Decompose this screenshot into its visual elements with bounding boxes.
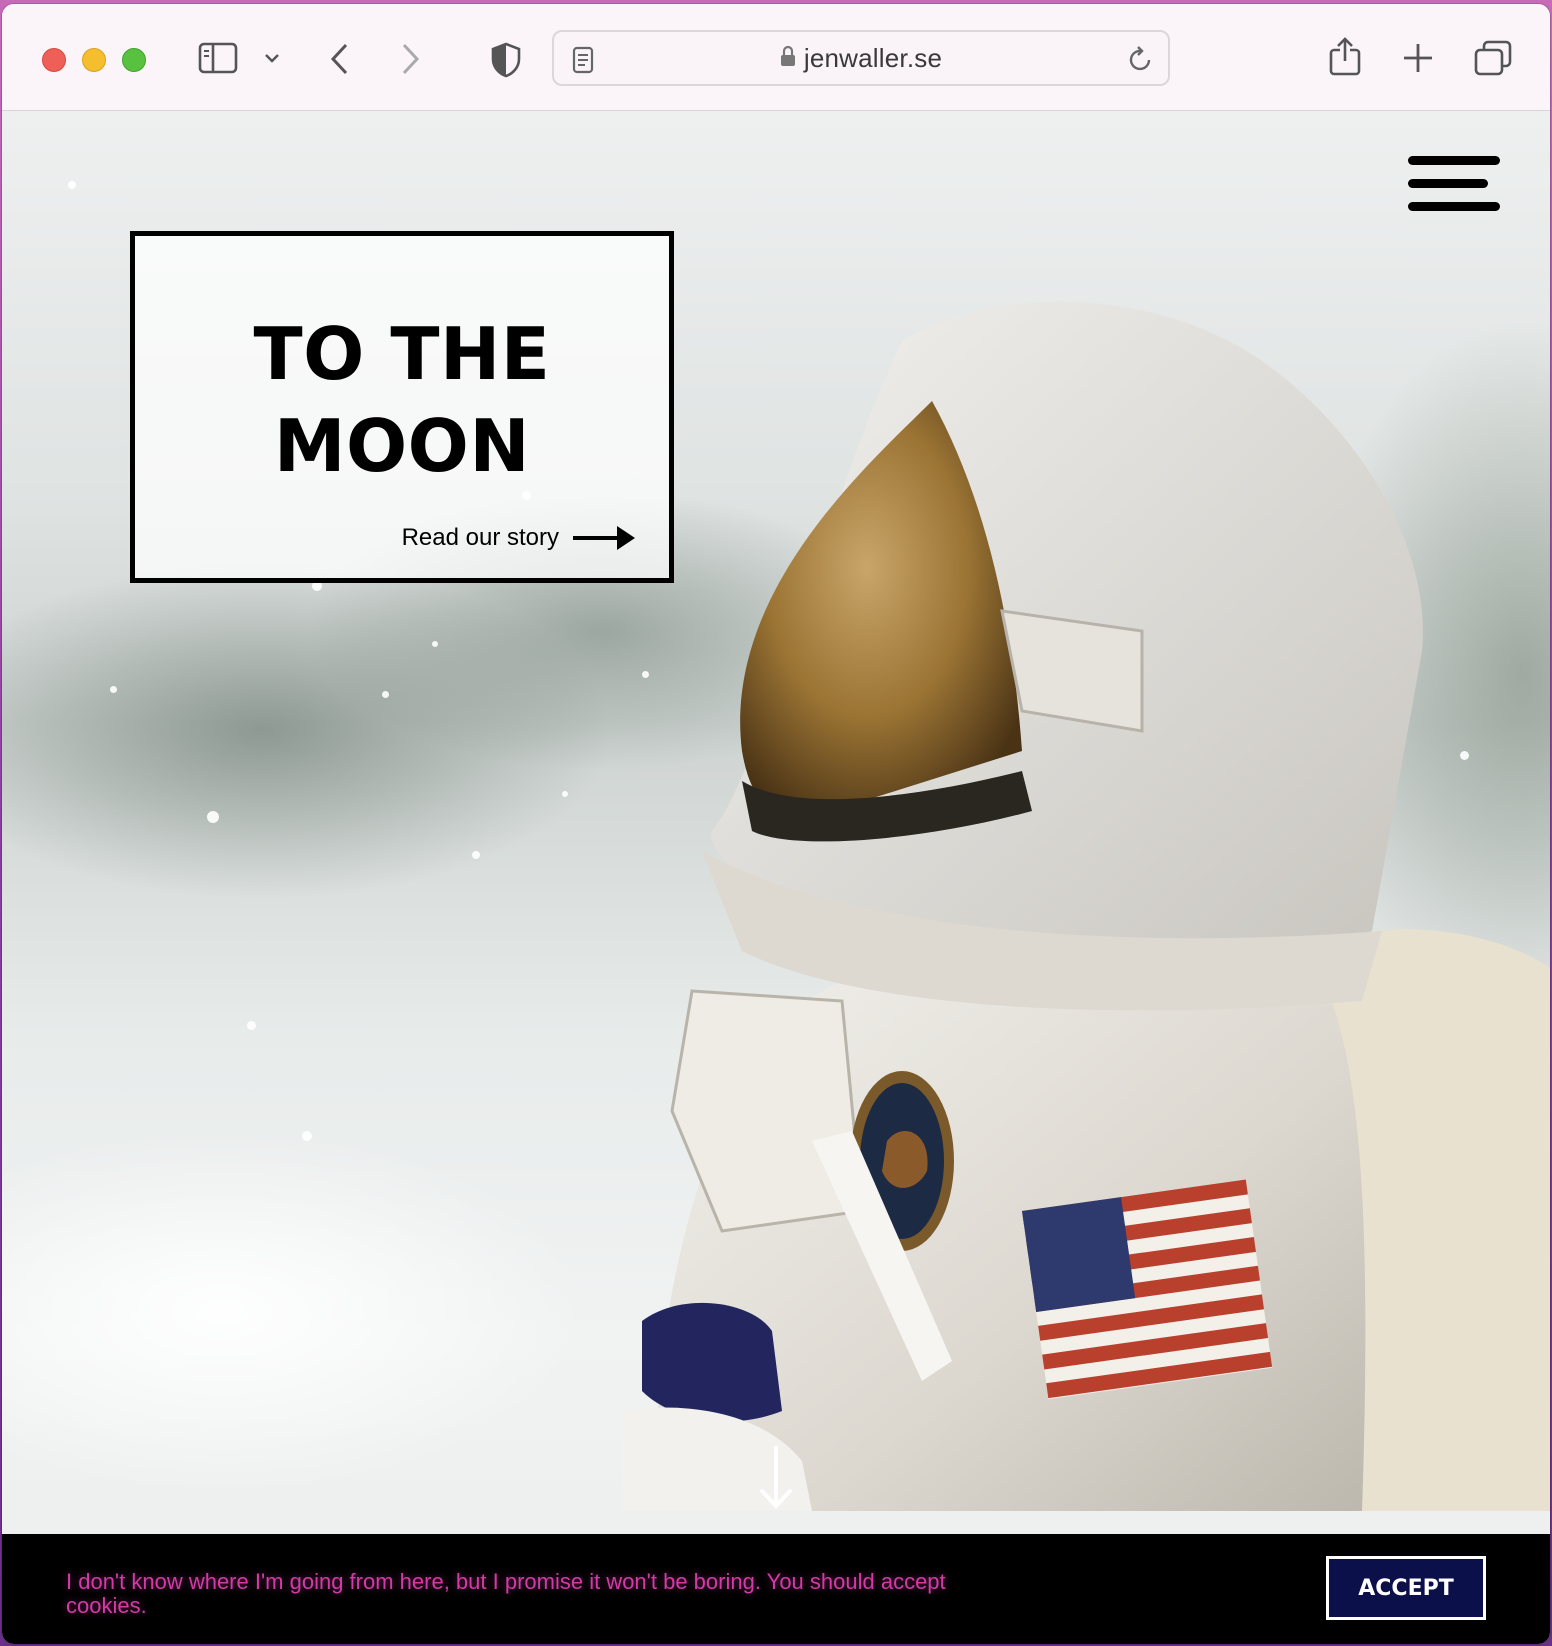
cookie-message: I don't know where I'm going from here, … bbox=[66, 1569, 946, 1618]
browser-toolbar: jenwaller.se bbox=[2, 4, 1550, 111]
chevron-right-icon[interactable] bbox=[398, 42, 422, 76]
arrow-right-icon bbox=[573, 526, 635, 550]
tab-overview-icon[interactable] bbox=[1474, 40, 1512, 76]
maximize-window-button[interactable] bbox=[122, 48, 146, 72]
hero-title-line1: TO THE bbox=[253, 312, 551, 396]
address-bar[interactable]: jenwaller.se bbox=[552, 30, 1170, 86]
hero-title-line2: MOON bbox=[273, 404, 531, 488]
read-story-label: Read our story bbox=[401, 524, 559, 551]
accept-cookies-button[interactable]: ACCEPT bbox=[1326, 1556, 1486, 1620]
plus-icon[interactable] bbox=[1402, 42, 1434, 74]
hero-section: TO THE MOON Read our story I don't know … bbox=[2, 111, 1550, 1644]
astronaut-image bbox=[622, 301, 1550, 1511]
close-window-button[interactable] bbox=[42, 48, 66, 72]
chevron-left-icon[interactable] bbox=[328, 42, 352, 76]
read-story-link[interactable]: Read our story bbox=[402, 522, 637, 554]
cookie-banner: I don't know where I'm going from here, … bbox=[2, 1534, 1550, 1644]
chevron-down-icon[interactable] bbox=[264, 52, 280, 64]
menu-button[interactable] bbox=[1408, 156, 1500, 214]
url-text: jenwaller.se bbox=[803, 42, 943, 73]
reload-icon[interactable] bbox=[1128, 45, 1154, 78]
hero-title: TO THE MOON bbox=[135, 308, 669, 492]
lock-icon bbox=[780, 45, 796, 72]
hero-card: TO THE MOON Read our story bbox=[130, 231, 674, 583]
share-icon[interactable] bbox=[1328, 36, 1362, 76]
shield-icon[interactable] bbox=[490, 42, 522, 78]
minimize-window-button[interactable] bbox=[82, 48, 106, 72]
sidebar-icon[interactable] bbox=[198, 42, 238, 74]
scroll-down-icon[interactable] bbox=[758, 1446, 794, 1517]
browser-window: jenwaller.se TO THE MOON Read our story … bbox=[2, 4, 1550, 1644]
